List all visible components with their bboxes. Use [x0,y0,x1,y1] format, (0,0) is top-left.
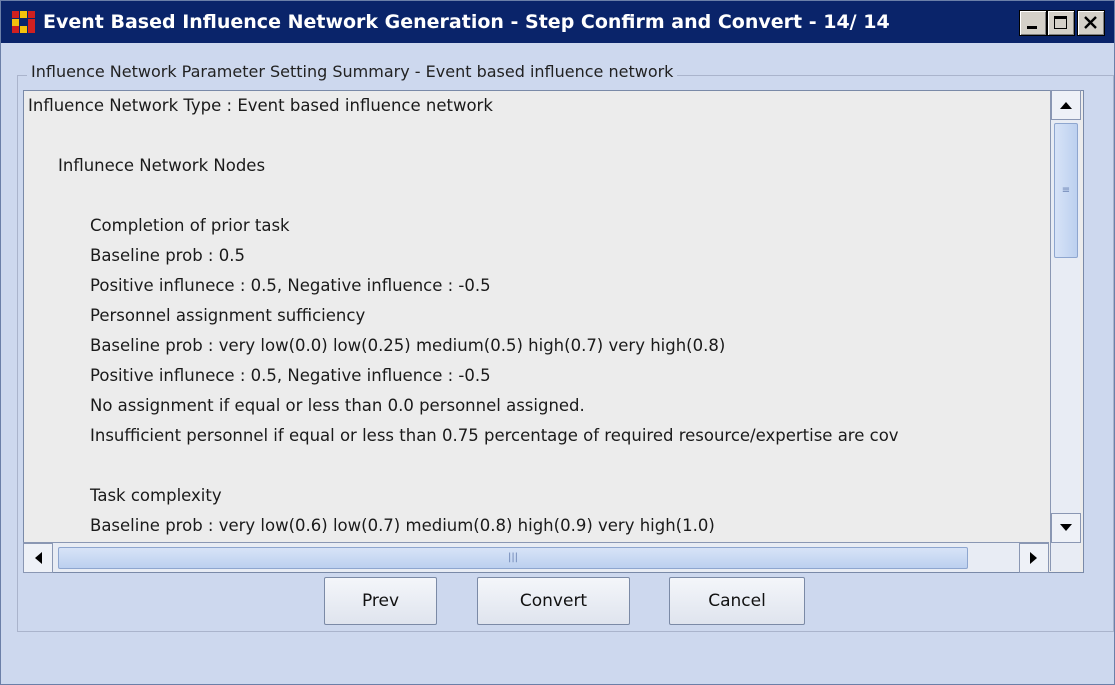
scroll-down-button[interactable] [1051,513,1081,543]
summary-line: Personnel assignment sufficiency [90,306,366,325]
app-icon [12,11,36,33]
scroll-up-button[interactable] [1051,90,1081,120]
convert-button[interactable]: Convert [477,577,630,625]
title-bar[interactable]: Event Based Influence Network Generation… [1,1,1114,43]
summary-line: Completion of prior task [90,216,290,235]
prev-button[interactable]: Prev [324,577,437,625]
arrow-left-icon [35,552,42,564]
scroll-right-button[interactable] [1019,543,1049,573]
summary-line: Baseline prob : very low(0.0) low(0.25) … [90,336,726,355]
summary-line: Influence Network Type : Event based inf… [28,96,493,115]
arrow-up-icon [1060,102,1072,109]
horizontal-scrollbar[interactable]: ||| [23,542,1049,573]
arrow-down-icon [1060,524,1072,531]
summary-text-area[interactable]: Influence Network Type : Event based inf… [23,90,1084,573]
summary-line: Influnece Network Nodes [58,156,266,175]
window-title: Event Based Influence Network Generation… [43,11,890,33]
summary-line [28,121,1083,151]
summary-line: Positive influnece : 0.5, Negative influ… [90,276,491,295]
minimize-icon [1027,26,1037,29]
summary-line: Positive influnece : 0.5, Negative influ… [90,366,491,385]
summary-line: Insufficient personnel if equal or less … [90,426,899,445]
grip-icon: ||| [507,552,519,563]
panel-legend: Influence Network Parameter Setting Summ… [27,61,678,83]
maximize-button[interactable] [1047,10,1075,36]
summary-line: Task complexity [90,486,222,505]
horizontal-scroll-thumb[interactable]: ||| [58,547,968,569]
close-icon [1084,16,1097,29]
vertical-scroll-thumb[interactable]: ≡ [1054,123,1078,258]
cancel-button[interactable]: Cancel [669,577,805,625]
maximize-icon [1054,16,1067,29]
grip-icon: ≡ [1061,184,1071,196]
dialog-window: Event Based Influence Network Generation… [0,0,1115,685]
summary-line [28,451,1083,481]
minimize-button[interactable] [1019,10,1047,36]
summary-line: Baseline prob : very low(0.6) low(0.7) m… [90,516,715,535]
vertical-scrollbar[interactable]: ≡ [1050,90,1081,571]
arrow-right-icon [1030,552,1037,564]
close-button[interactable] [1077,10,1105,36]
scroll-left-button[interactable] [23,543,53,573]
summary-content: Influence Network Type : Event based inf… [28,91,1083,541]
summary-line: No assignment if equal or less than 0.0 … [90,396,585,415]
summary-line [28,181,1083,211]
summary-line: Baseline prob : 0.5 [90,246,245,265]
